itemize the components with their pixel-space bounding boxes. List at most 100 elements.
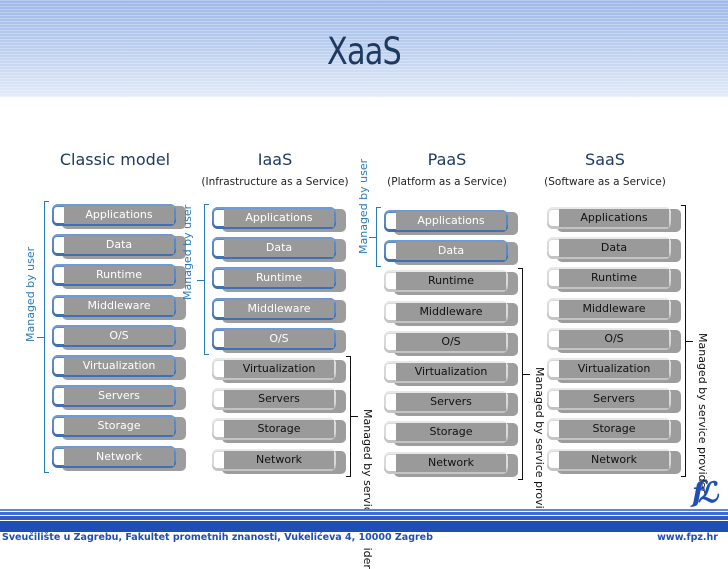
layer-box-network: Network	[384, 451, 520, 478]
layer-box-data: Data	[212, 237, 348, 263]
layer-label: Servers	[430, 395, 472, 409]
layer-label: Network	[428, 455, 474, 469]
layer-box-servers: Servers	[212, 388, 348, 414]
layer-box-virtualization: Virtualization	[212, 358, 348, 384]
layer-box-runtime: Runtime	[547, 267, 683, 293]
column-title: IaaS	[257, 150, 293, 169]
fpz-logo-icon: fℒ	[692, 476, 718, 509]
user-managed-label: Managed by user	[24, 247, 37, 343]
provider-managed-bracket	[346, 356, 358, 477]
footer-stripes	[0, 509, 728, 531]
layer-label: Network	[256, 452, 302, 466]
layer-box-storage: Storage	[384, 421, 520, 447]
column-title: SaaS	[585, 150, 625, 169]
layer-label: Middleware	[582, 301, 646, 315]
layer-box-os: O/S	[384, 330, 520, 357]
layer-label: Data	[437, 244, 465, 258]
layer-box-middleware: Middleware	[212, 297, 348, 324]
column-subtitle: (Infrastructure as a Service)	[201, 176, 349, 188]
layer-box-middleware: Middleware	[52, 294, 188, 321]
layer-box-os: O/S	[52, 324, 188, 351]
layer-label: Applications	[580, 211, 648, 224]
layer-box-servers: Servers	[547, 388, 683, 414]
footer-address: Sveučilište u Zagrebu, Fakultet prometni…	[2, 532, 433, 543]
layer-label: Virtualization	[82, 359, 156, 372]
bracket-tick	[369, 237, 376, 239]
provider-managed-bracket	[681, 205, 693, 477]
layer-box-applications: Applications	[212, 207, 348, 233]
layer-label: Middleware	[247, 301, 311, 315]
layer-label: Virtualization	[577, 362, 651, 375]
layer-label: Servers	[593, 392, 635, 406]
provider-managed-label: Managed by service provider	[696, 333, 709, 494]
layer-label: Applications	[85, 208, 153, 221]
layer-box-applications: Applications	[547, 207, 683, 233]
provider-managed-bracket	[518, 268, 530, 480]
user-managed-bracket	[197, 204, 209, 355]
layer-box-data: Data	[384, 240, 520, 266]
layer-box-os: O/S	[212, 327, 348, 354]
bracket-tick	[686, 340, 693, 342]
layer-box-network: Network	[547, 448, 683, 475]
layer-box-virtualization: Virtualization	[384, 361, 520, 387]
layer-label: Network	[96, 449, 142, 463]
column-subtitle: (Software as a Service)	[544, 176, 666, 188]
layer-label: Servers	[98, 389, 140, 403]
page-title: XaaS	[327, 30, 402, 73]
layer-box-virtualization: Virtualization	[547, 358, 683, 384]
layer-label: O/S	[441, 334, 461, 348]
layer-box-storage: Storage	[52, 415, 188, 441]
layer-label: Applications	[417, 214, 485, 227]
layer-label: Middleware	[87, 298, 151, 312]
column-subtitle: (Platform as a Service)	[387, 176, 507, 188]
provider-managed-label: Managed by service provider	[533, 366, 546, 527]
layer-label: Storage	[592, 422, 636, 436]
user-managed-label: Managed by user	[357, 158, 370, 254]
layer-label: Data	[600, 241, 628, 255]
layer-label: Runtime	[591, 271, 637, 285]
layer-label: O/S	[604, 331, 624, 345]
layer-box-middleware: Middleware	[384, 300, 520, 327]
layer-box-runtime: Runtime	[212, 267, 348, 293]
layer-box-data: Data	[52, 234, 188, 260]
bracket-tick	[37, 336, 44, 338]
layer-label: O/S	[269, 331, 289, 345]
layer-label: Applications	[245, 211, 313, 224]
bracket-tick	[197, 279, 204, 281]
user-managed-bracket	[369, 207, 381, 268]
layer-box-os: O/S	[547, 327, 683, 354]
layer-label: Virtualization	[414, 365, 488, 378]
column-title: PaaS	[427, 150, 467, 169]
layer-label: Storage	[97, 419, 141, 433]
footer-website-link[interactable]: www.fpz.hr	[657, 532, 718, 543]
layer-box-virtualization: Virtualization	[52, 355, 188, 381]
bracket-tick	[351, 416, 358, 418]
layer-box-network: Network	[52, 445, 188, 472]
layer-label: Storage	[257, 422, 301, 436]
layer-box-data: Data	[547, 237, 683, 263]
layer-label: Network	[591, 452, 637, 466]
layer-box-servers: Servers	[384, 391, 520, 417]
layer-box-network: Network	[212, 448, 348, 475]
layer-label: Servers	[258, 392, 300, 406]
layer-box-runtime: Runtime	[384, 270, 520, 296]
layer-label: Data	[105, 238, 133, 252]
layer-label: Virtualization	[242, 362, 316, 375]
layer-box-storage: Storage	[547, 418, 683, 444]
layer-box-applications: Applications	[52, 204, 188, 230]
layer-label: Runtime	[256, 271, 302, 285]
layer-label: Storage	[429, 425, 473, 439]
column-title: Classic model	[59, 150, 171, 169]
layer-label: Runtime	[96, 268, 142, 282]
layer-box-runtime: Runtime	[52, 264, 188, 290]
layer-label: O/S	[109, 328, 129, 342]
layer-box-middleware: Middleware	[547, 297, 683, 324]
layer-box-servers: Servers	[52, 385, 188, 411]
layer-box-storage: Storage	[212, 418, 348, 444]
user-managed-label: Managed by user	[181, 204, 194, 300]
layer-box-applications: Applications	[384, 210, 520, 236]
layer-label: Runtime	[428, 274, 474, 288]
bracket-tick	[523, 374, 530, 376]
layer-label: Middleware	[419, 304, 483, 318]
layer-label: Data	[265, 241, 293, 255]
